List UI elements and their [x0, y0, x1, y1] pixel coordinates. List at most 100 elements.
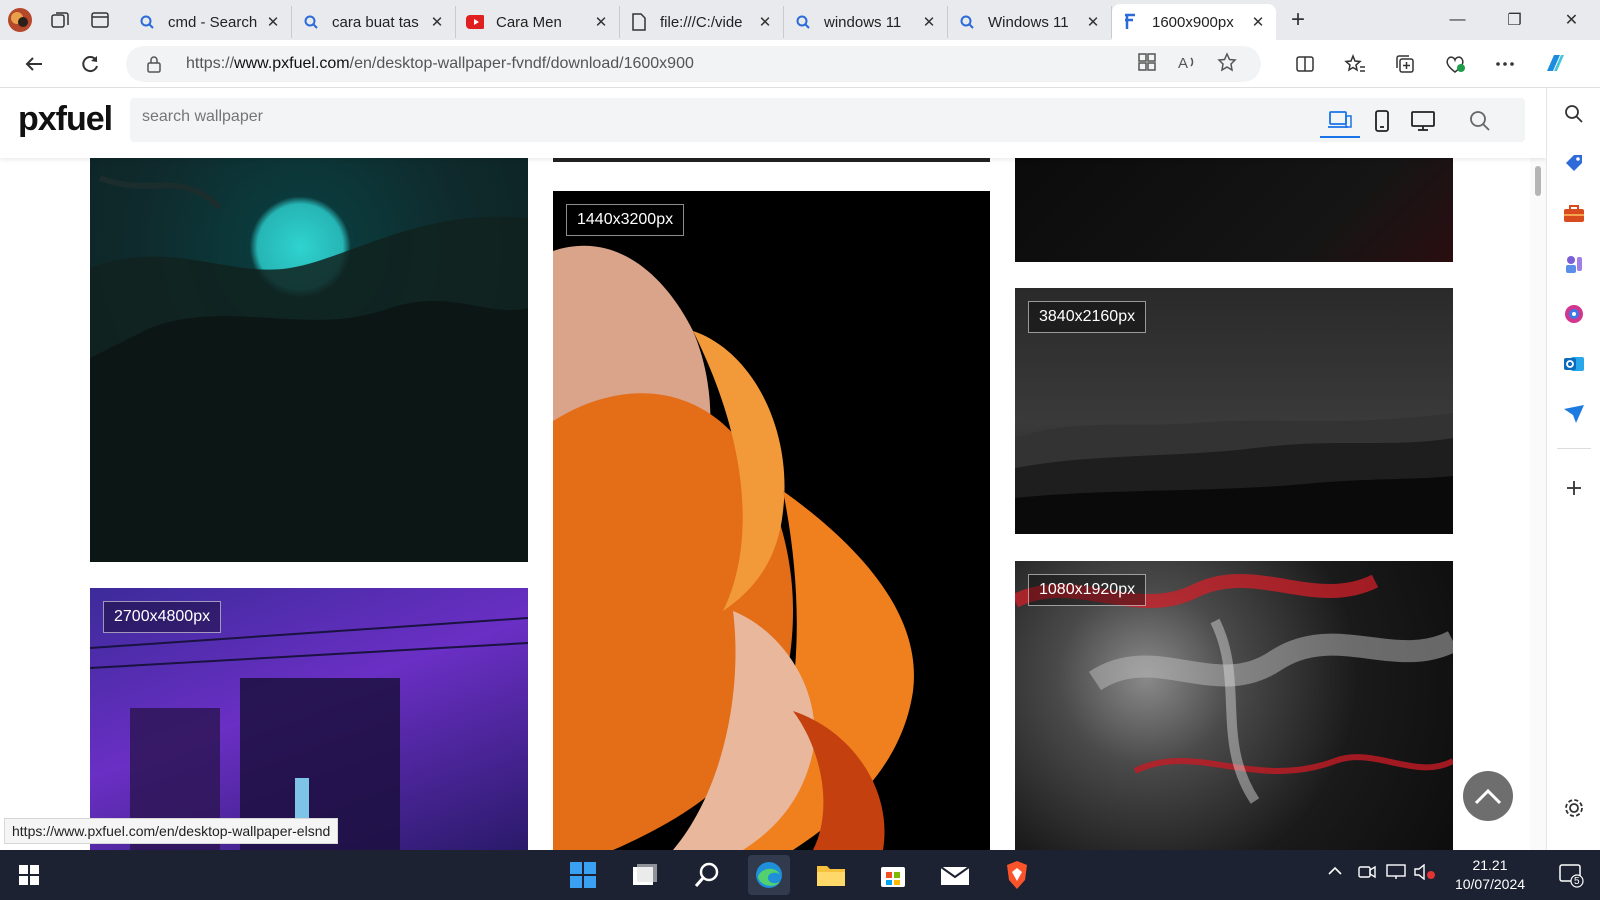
restore-icon[interactable]: ❐: [1486, 0, 1543, 40]
workspaces-icon[interactable]: [40, 0, 80, 40]
sidebar-divider: [1557, 448, 1591, 449]
url-tools: A: [1137, 52, 1237, 77]
url-field[interactable]: https://www.pxfuel.com/en/desktop-wallpa…: [126, 46, 1261, 82]
close-window-icon[interactable]: ✕: [1543, 0, 1600, 40]
close-icon[interactable]: ✕: [921, 13, 937, 31]
games-icon[interactable]: [1560, 250, 1588, 278]
close-icon[interactable]: ✕: [429, 13, 445, 31]
settings-more-icon[interactable]: [1480, 48, 1530, 80]
edge-taskbar-icon[interactable]: [748, 855, 790, 895]
taskbar: 21.21 10/07/2024 5: [0, 850, 1600, 900]
web-page: 2700x4800px 1440x3200px 3840x2160px 1080…: [0, 88, 1546, 850]
pxfuel-icon: [1122, 13, 1140, 31]
wallpaper-tile-moon[interactable]: [90, 158, 528, 562]
clock-date: 10/07/2024: [1454, 876, 1526, 892]
new-tab-button[interactable]: +: [1276, 0, 1320, 40]
tab-cmd-search[interactable]: cmd - Search ✕: [128, 6, 292, 38]
tab-title: Cara Men: [496, 13, 562, 31]
tab-title: cmd - Search: [168, 13, 258, 31]
favorites-icon[interactable]: [1330, 48, 1380, 80]
search-bar: [130, 98, 1525, 142]
site-header: pxfuel: [0, 88, 1546, 158]
resolution-badge: 1080x1920px: [1028, 574, 1147, 606]
sidebar-settings-icon[interactable]: [1560, 794, 1588, 822]
meet-camera-icon[interactable]: [1358, 864, 1376, 883]
browser-window: cmd - Search ✕ cara buat tas ✕ Cara Men …: [0, 0, 1600, 900]
notifications-icon[interactable]: 5: [1550, 855, 1592, 895]
wallpaper-tile-red-smoke[interactable]: 1080x1920px: [1015, 561, 1453, 850]
resolution-badge: 3840x2160px: [1028, 301, 1147, 333]
edge-sidebar: [1546, 88, 1600, 850]
tools-icon[interactable]: [1560, 200, 1588, 228]
phone-filter-icon[interactable]: [1362, 104, 1402, 138]
show-hidden-icons-chevron[interactable]: [1327, 864, 1343, 879]
brave-browser-icon[interactable]: [996, 855, 1038, 895]
minimize-icon[interactable]: —: [1429, 0, 1486, 40]
microsoft-store-icon[interactable]: [872, 855, 914, 895]
tab-title: file:///C:/vide: [660, 13, 743, 31]
tab-cara-buat[interactable]: cara buat tas ✕: [292, 6, 456, 38]
monitor-filter-icon[interactable]: [1403, 104, 1443, 138]
browser-essentials-icon[interactable]: [1430, 48, 1480, 80]
address-bar-row: https://www.pxfuel.com/en/desktop-wallpa…: [0, 40, 1600, 88]
close-icon[interactable]: ✕: [1085, 13, 1101, 31]
taskbar-search-icon[interactable]: [686, 855, 728, 895]
wallpaper-tile-dark[interactable]: [1015, 158, 1453, 262]
read-aloud-icon[interactable]: A: [1177, 52, 1197, 77]
microsoft-365-icon[interactable]: [1560, 300, 1588, 328]
vertical-tabs-icon[interactable]: [80, 0, 120, 40]
close-icon[interactable]: ✕: [265, 13, 281, 31]
back-icon[interactable]: [18, 48, 50, 80]
collections-icon[interactable]: [1380, 48, 1430, 80]
search-submit-icon[interactable]: [1460, 104, 1500, 138]
lock-icon[interactable]: [146, 55, 162, 78]
tab-file[interactable]: file:///C:/vide ✕: [620, 6, 784, 38]
wallpaper-tile-partial[interactable]: [553, 158, 990, 162]
outlook-icon[interactable]: [1560, 350, 1588, 378]
taskbar-clock[interactable]: 21.21 10/07/2024: [1440, 856, 1540, 894]
resolution-badge: 1440x3200px: [566, 204, 685, 236]
add-sidebar-app-icon[interactable]: [1560, 474, 1588, 502]
search-icon[interactable]: [1560, 100, 1588, 128]
tab-bar: cmd - Search ✕ cara buat tas ✕ Cara Men …: [0, 0, 1600, 40]
close-icon[interactable]: ✕: [757, 13, 773, 31]
scrollbar-thumb[interactable]: [1535, 166, 1541, 196]
wallpaper-grid: 2700x4800px 1440x3200px 3840x2160px 1080…: [0, 88, 1530, 850]
close-icon[interactable]: ✕: [1250, 13, 1266, 31]
notifications-count: 5: [1574, 876, 1580, 887]
search-input[interactable]: [142, 108, 1242, 126]
status-bar-link: https://www.pxfuel.com/en/desktop-wallpa…: [4, 818, 339, 844]
favorite-star-icon[interactable]: [1217, 52, 1237, 77]
tab-title: Windows 11: [988, 13, 1069, 31]
network-icon[interactable]: [1386, 864, 1406, 883]
site-logo[interactable]: pxfuel: [18, 100, 113, 139]
app-available-icon[interactable]: [1137, 52, 1157, 77]
split-screen-icon[interactable]: [1280, 48, 1330, 80]
wallpaper-tile-orange-petals[interactable]: 1440x3200px: [553, 191, 990, 850]
refresh-icon[interactable]: [74, 48, 106, 80]
file-icon: [630, 13, 648, 31]
start-menu-icon[interactable]: [562, 855, 604, 895]
tab-youtube[interactable]: Cara Men ✕: [456, 6, 620, 38]
shopping-tag-icon[interactable]: [1560, 150, 1588, 178]
close-icon[interactable]: ✕: [593, 13, 609, 31]
tab-pxfuel-active[interactable]: 1600x900px ✕: [1112, 4, 1276, 40]
volume-muted-icon[interactable]: [1414, 863, 1436, 883]
tab-windows-11-search[interactable]: windows 11 ✕: [784, 6, 948, 38]
wallpaper-tile-mountains[interactable]: 3840x2160px: [1015, 288, 1453, 534]
page-scrollbar[interactable]: [1530, 158, 1546, 850]
scroll-to-top-button[interactable]: [1463, 771, 1513, 821]
copilot-icon[interactable]: [1530, 48, 1580, 80]
search-icon: [302, 13, 320, 31]
task-view-icon[interactable]: [624, 855, 666, 895]
search-icon: [794, 13, 812, 31]
profile-avatar[interactable]: [0, 0, 40, 40]
desktop-laptop-filter-icon[interactable]: [1320, 104, 1360, 138]
mail-icon[interactable]: [934, 855, 976, 895]
tab-windows-11[interactable]: Windows 11 ✕: [948, 6, 1112, 38]
search-icon: [138, 13, 156, 31]
file-explorer-icon[interactable]: [810, 855, 852, 895]
windows-start-icon[interactable]: [8, 855, 50, 895]
wallpaper-tile-purple-city[interactable]: 2700x4800px: [90, 588, 528, 850]
drop-send-icon[interactable]: [1560, 400, 1588, 428]
